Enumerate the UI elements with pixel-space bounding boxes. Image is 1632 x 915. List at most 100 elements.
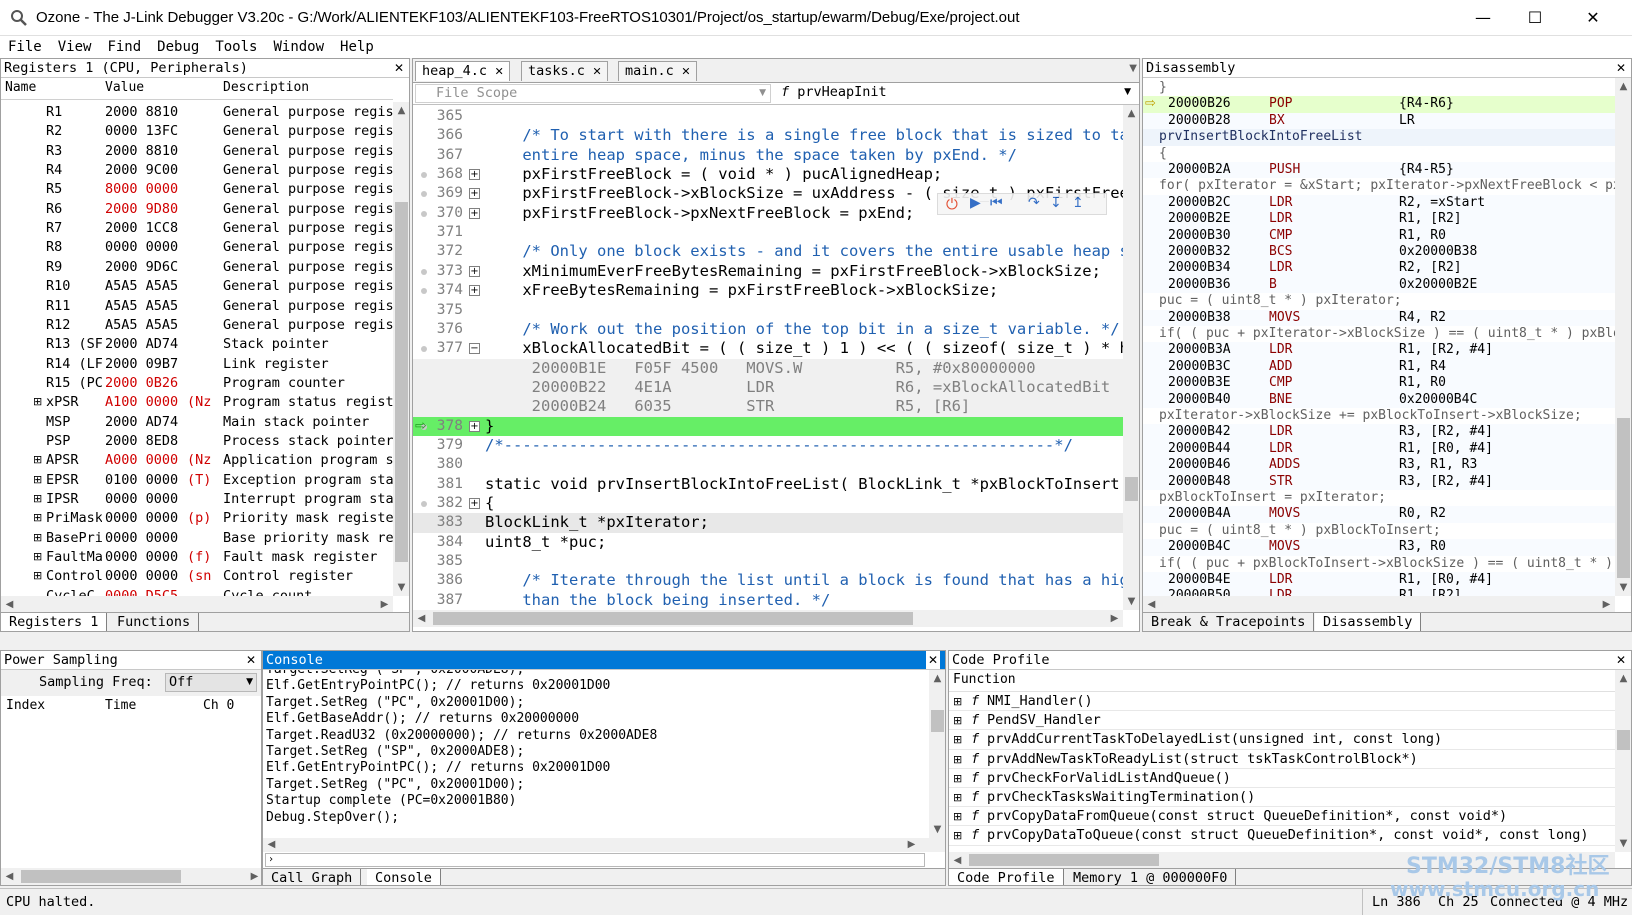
register-value[interactable]: 0000 0000 <box>105 237 178 257</box>
menu-window[interactable]: Window <box>265 36 332 58</box>
scroll-thumb[interactable] <box>21 870 181 883</box>
expand-plus-icon[interactable]: ⊞ <box>953 750 962 769</box>
expand-plus-icon[interactable]: ⊞ <box>33 489 42 509</box>
scroll-left-icon[interactable]: ◀ <box>1 868 18 885</box>
code-line[interactable]: 368 + pxFirstFreeBlock = ( void * ) pucAl… <box>413 165 1123 184</box>
register-value[interactable]: 2000 AD74 <box>105 334 178 354</box>
disassembly-row[interactable]: 20000B46 ADDS R3, R1, R3 <box>1143 457 1615 474</box>
register-value[interactable]: 0000 0000 <box>105 528 178 548</box>
profile-row[interactable]: ⊞ f prvCopyDataToQueue(const struct QueueD… <box>949 826 1615 846</box>
scroll-thumb[interactable] <box>1617 418 1630 578</box>
register-row[interactable]: R10 A5A5 A5A5 General purpose regis <box>1 276 393 296</box>
scroll-right-icon[interactable]: ▶ <box>376 596 393 613</box>
disassembly-row[interactable]: 20000B4A MOVS R0, R2 <box>1143 506 1615 523</box>
scroll-thumb[interactable] <box>931 710 944 732</box>
scroll-down-icon[interactable]: ▼ <box>1123 593 1139 610</box>
tab-memory-1[interactable]: Memory 1 @ 000000F0 <box>1065 869 1237 885</box>
continue-icon[interactable]: ▶ <box>970 195 981 211</box>
code-line[interactable]: 380 <box>413 455 1123 474</box>
profile-row[interactable]: ⊞ f prvCheckForValidListAndQueue() <box>949 769 1615 788</box>
code-line[interactable]: 379 /*-----------------------------------… <box>413 436 1123 455</box>
expand-plus-icon[interactable]: + <box>469 420 480 432</box>
disassembly-row[interactable]: 20000B28 BX LR <box>1143 112 1615 130</box>
tab-disassembly[interactable]: Disassembly <box>1315 613 1422 631</box>
register-value[interactable]: A100 0000 <box>105 392 178 412</box>
register-row[interactable]: MSP 2000 AD74 Main stack pointer <box>1 412 393 432</box>
disassembly-row[interactable]: 20000B4C MOVS R3, R0 <box>1143 539 1615 556</box>
disassembly-row[interactable]: 20000B4E LDR R1, [R0, #4] <box>1143 572 1615 589</box>
register-row[interactable]: ⊞ EPSR 0100 0000 (T) Exception program sta <box>1 470 393 490</box>
editor-hscroll[interactable]: ◀ ▶ <box>413 610 1123 627</box>
step-into-icon[interactable]: ↧ <box>1050 195 1062 211</box>
tab-call-graph[interactable]: Call Graph <box>263 869 362 885</box>
disassembly-row[interactable]: 20000B2A PUSH {R4-R5} <box>1143 162 1615 179</box>
code-line[interactable]: 367 entire heap space, minus the space t… <box>413 146 1123 165</box>
disassembly-row[interactable]: 20000B38 MOVS R4, R2 <box>1143 309 1615 326</box>
code-line[interactable]: 373 + xMinimumEverFreeBytesRemaining = px… <box>413 262 1123 281</box>
disassembly-row[interactable]: 20000B40 BNE 0x20000B4C <box>1143 391 1615 408</box>
scroll-right-icon[interactable]: ▶ <box>246 868 261 885</box>
code-line[interactable]: 386 /* Iterate through the list until a … <box>413 571 1123 590</box>
expand-plus-icon[interactable]: ⊞ <box>953 711 962 730</box>
close-icon[interactable]: ✕ <box>593 63 601 79</box>
code-line[interactable]: 20000B24 6035 STR R5, [R6] <box>413 397 1123 417</box>
registers-vscroll[interactable]: ▲ ▼ <box>393 102 409 596</box>
register-value[interactable]: 2000 8ED8 <box>105 431 178 451</box>
menu-view[interactable]: View <box>50 36 100 58</box>
register-row[interactable]: ⊞ FaultMa 0000 0000 (f) Fault mask register <box>1 547 393 567</box>
profile-row[interactable]: ⊞ f NMI_Handler() <box>949 692 1615 712</box>
expand-plus-icon[interactable]: + <box>469 207 480 219</box>
power-hscroll[interactable]: ◀ ▶ <box>1 868 261 885</box>
scroll-left-icon[interactable]: ◀ <box>1 596 18 613</box>
register-row[interactable]: R15 (PC 2000 0B26 Program counter <box>1 373 393 393</box>
register-value[interactable]: 2000 0B26 <box>105 373 178 393</box>
disassembly-row[interactable]: 20000B42 LDR R3, [R2, #4] <box>1143 424 1615 441</box>
column-name[interactable]: Name <box>5 78 36 98</box>
menu-help[interactable]: Help <box>332 36 382 58</box>
registers-hscroll[interactable]: ◀ ▶ <box>1 596 393 613</box>
register-row[interactable]: R1 2000 8810 General purpose regis <box>1 102 393 122</box>
maximize-button[interactable]: ☐ <box>1512 0 1558 36</box>
step-back-icon[interactable]: ⏮ <box>990 195 1003 211</box>
code-line[interactable]: 372 /* Only one block exists - and it co… <box>413 242 1123 261</box>
scroll-right-icon[interactable]: ▶ <box>1598 596 1615 613</box>
scroll-up-icon[interactable]: ▲ <box>1123 105 1139 122</box>
step-out-icon[interactable]: ↥ <box>1072 195 1084 211</box>
disassembly-row[interactable]: 20000B36 B 0x20000B2E <box>1143 276 1615 294</box>
code-line[interactable]: 377− xBlockAllocatedBit = ( ( size_t ) 1… <box>413 339 1123 358</box>
tab-list-dropdown-icon[interactable]: ▼ <box>1129 63 1137 74</box>
register-row[interactable]: ⊞ Control 0000 0000 (sn Control register <box>1 566 393 586</box>
disassembly-row[interactable]: } <box>1143 80 1615 96</box>
register-value[interactable]: A000 0000 <box>105 450 178 470</box>
menu-tools[interactable]: Tools <box>207 36 265 58</box>
console-vscroll[interactable]: ▲ ▼ <box>929 670 945 838</box>
disassembly-row[interactable]: for( pxIterator = &xStart; pxIterator->p… <box>1143 178 1615 194</box>
close-icon[interactable]: ✕ <box>682 63 690 79</box>
column-description[interactable]: Description <box>223 78 309 98</box>
register-value[interactable]: 2000 1CC8 <box>105 218 178 238</box>
register-value[interactable]: 2000 9D80 <box>105 199 178 219</box>
profile-row[interactable]: ⊞ f prvCopyDataFromQueue(const struct Queu… <box>949 807 1615 827</box>
disassembly-row[interactable]: 20000B50 LDR R1, [R2] <box>1143 588 1615 596</box>
expand-plus-icon[interactable]: ⊞ <box>33 547 42 567</box>
disassembly-row[interactable]: pxIterator->xBlockSize += pxBlockToInser… <box>1143 408 1615 424</box>
expand-plus-icon[interactable]: ⊞ <box>33 450 42 470</box>
register-value[interactable]: 2000 8810 <box>105 102 178 122</box>
code-line[interactable]: 374 + xFreeBytesRemaining = pxFirstFreeBl… <box>413 281 1123 300</box>
code-line[interactable]: 383 BlockLink_t *pxIterator; <box>413 513 1123 533</box>
disassembly-row[interactable]: ⇨ 20000B26 POP {R4-R6} <box>1143 96 1615 113</box>
scroll-up-icon[interactable]: ▲ <box>1615 670 1631 687</box>
column-value[interactable]: Value <box>105 78 144 98</box>
register-value[interactable]: 2000 8810 <box>105 141 178 161</box>
register-row[interactable]: R5 8000 0000 General purpose regis <box>1 179 393 199</box>
column-ch0[interactable]: Ch 0 <box>203 696 234 716</box>
register-row[interactable]: R4 2000 9C00 General purpose regis <box>1 160 393 180</box>
reset-icon[interactable]: ⏻ <box>946 195 958 213</box>
register-value[interactable]: 0000 0000 <box>105 508 178 528</box>
scroll-thumb[interactable] <box>1125 477 1138 501</box>
scroll-thumb[interactable] <box>395 202 408 562</box>
tab-functions[interactable]: Functions <box>109 613 200 631</box>
register-row[interactable]: R2 0000 13FC General purpose regis <box>1 121 393 141</box>
disassembly-row[interactable]: 20000B2C LDR R2, =xStart <box>1143 194 1615 212</box>
scroll-left-icon[interactable]: ◀ <box>949 852 966 869</box>
